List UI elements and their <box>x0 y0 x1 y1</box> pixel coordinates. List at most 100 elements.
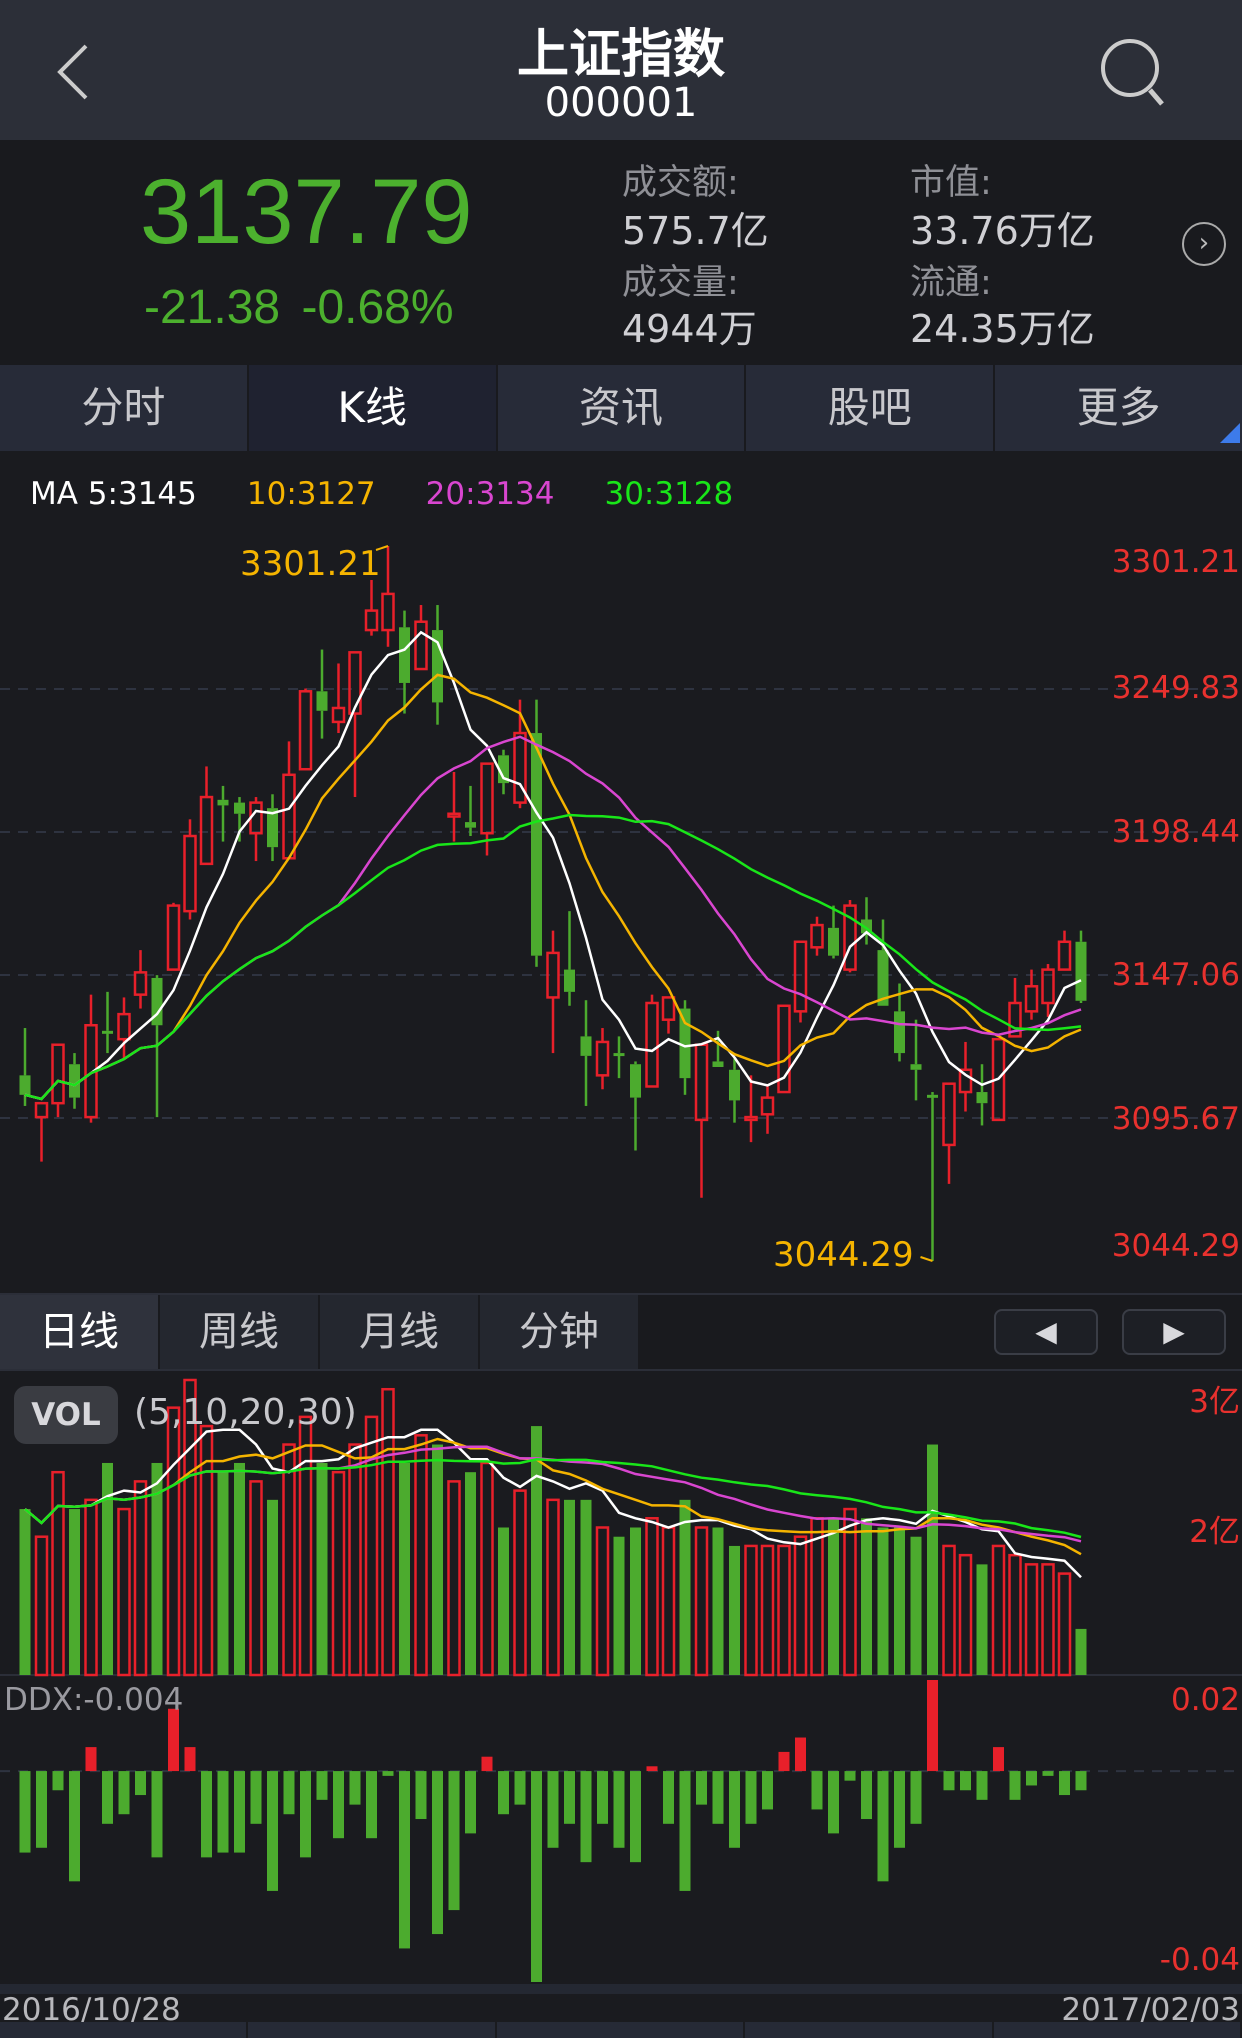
candle-down <box>580 1036 592 1056</box>
candle-up <box>694 1043 709 1122</box>
market-cap-value: 33.76万亿 <box>910 209 1095 253</box>
triangle-left-icon: ◀ <box>1035 1315 1057 1348</box>
change-percent: -0.68% <box>301 281 454 334</box>
volume-bar <box>331 1470 346 1677</box>
candle-up <box>183 834 197 913</box>
ddx-bar <box>745 1771 757 1824</box>
stock-code: 000001 <box>544 80 698 126</box>
tab-news[interactable]: 资讯 <box>497 365 745 451</box>
candle-down <box>828 927 839 956</box>
ddx-bar <box>168 1708 179 1772</box>
candle-up <box>282 773 296 860</box>
ddx-bar <box>1009 1771 1021 1800</box>
ddx-bar <box>52 1771 64 1791</box>
volume-bar <box>432 1444 443 1675</box>
low-price-annotation: 3044.29 <box>773 1235 914 1275</box>
volume-axis-label: 2亿 <box>1189 1514 1240 1550</box>
ddx-bar <box>993 1747 1004 1772</box>
dropdown-corner-icon <box>1219 423 1240 443</box>
low-marker <box>920 1256 933 1262</box>
volume-bar <box>399 1462 410 1675</box>
scroll-left-button[interactable]: ◀ <box>994 1309 1098 1355</box>
volume-bar <box>381 1387 395 1677</box>
volume-bar <box>465 1472 476 1675</box>
last-price: 3137.79 <box>140 161 473 263</box>
volume-bar <box>991 1544 1006 1677</box>
ddx-bar <box>877 1771 889 1882</box>
volume-bar <box>580 1499 592 1675</box>
ddx-bar <box>762 1771 773 1810</box>
tab-more[interactable]: 更多 <box>995 365 1242 451</box>
volume-bar <box>414 1434 428 1677</box>
turnover-label: 成交额: <box>622 163 739 203</box>
price-axis-label: 3095.67 <box>1111 1101 1240 1137</box>
ddx-bar <box>795 1737 806 1772</box>
volume-bar <box>828 1518 839 1675</box>
volume-value: 4944万 <box>622 307 757 351</box>
high-price-annotation: 3301.21 <box>240 544 381 584</box>
volume-bar <box>217 1472 229 1675</box>
ddx-bar <box>1075 1771 1087 1791</box>
volume-bar <box>298 1415 313 1677</box>
tab-forum[interactable]: 股吧 <box>746 365 994 451</box>
ddx-bar <box>597 1771 608 1824</box>
ddx-bar <box>811 1771 823 1810</box>
ddx-bar <box>333 1771 344 1839</box>
volume-bar <box>282 1443 296 1677</box>
candle-down <box>927 1094 938 1098</box>
scroll-right-button[interactable]: ▶ <box>1122 1309 1226 1355</box>
volume-bar <box>34 1535 49 1677</box>
volume-bar <box>1024 1563 1039 1677</box>
period-tab-weekly[interactable]: 周线 <box>160 1295 318 1369</box>
ddx-bar <box>646 1766 658 1772</box>
volume-bar <box>117 1507 131 1677</box>
candle-up <box>117 1012 131 1041</box>
ddx-bar <box>415 1771 427 1820</box>
volume-bar <box>51 1470 65 1677</box>
ddx-bar <box>630 1771 641 1863</box>
candle-down <box>894 1011 905 1054</box>
candle-down <box>1075 941 1087 1001</box>
candle-down <box>399 627 410 683</box>
price-axis-label: 3198.44 <box>1111 814 1240 850</box>
ddx-bar <box>729 1771 740 1848</box>
candle-down <box>712 1061 724 1067</box>
candle-down <box>976 1092 988 1104</box>
tab-intraday[interactable]: 分时 <box>0 365 247 451</box>
ddx-bar <box>514 1771 526 1805</box>
period-tab-minute[interactable]: 分钟 <box>480 1295 638 1369</box>
ddx-bar <box>316 1771 328 1800</box>
candle-up <box>348 651 362 715</box>
volume-bar <box>927 1444 938 1675</box>
ddx-bar <box>201 1771 212 1858</box>
ddx-bar <box>844 1771 856 1781</box>
ddx-bar <box>481 1756 493 1772</box>
candle-up <box>760 1096 775 1116</box>
ddx-bar <box>1042 1771 1054 1776</box>
candle-up <box>1057 940 1072 971</box>
ddx-bar <box>151 1771 163 1858</box>
search-icon[interactable] <box>1098 36 1168 108</box>
candle-up <box>199 795 214 866</box>
ddx-bar <box>465 1771 476 1834</box>
ddx-bar <box>910 1771 922 1824</box>
candlestick-chart[interactable] <box>0 450 1242 1293</box>
chevron-right-circle-icon[interactable]: › <box>1182 222 1226 266</box>
volume-bar <box>498 1527 509 1675</box>
tab-kline[interactable]: K线 <box>248 365 496 451</box>
volume-bar <box>234 1462 245 1675</box>
volume-bar <box>958 1553 973 1677</box>
period-tab-daily[interactable]: 日线 <box>0 1295 158 1369</box>
volume-bar <box>267 1499 278 1675</box>
period-tab-monthly[interactable]: 月线 <box>320 1295 478 1369</box>
volume-indicator-badge[interactable]: VOL <box>14 1386 118 1444</box>
volume-bar <box>1075 1628 1087 1675</box>
volume-bar <box>1041 1563 1055 1677</box>
ddx-bar <box>234 1771 245 1853</box>
ddx-bar <box>349 1771 361 1805</box>
ddx-bar <box>927 1680 938 1772</box>
change-value: -21.38 <box>144 281 281 334</box>
candle-up <box>51 1043 65 1105</box>
ddx-bar <box>663 1771 674 1824</box>
ddx-bar <box>118 1771 130 1815</box>
